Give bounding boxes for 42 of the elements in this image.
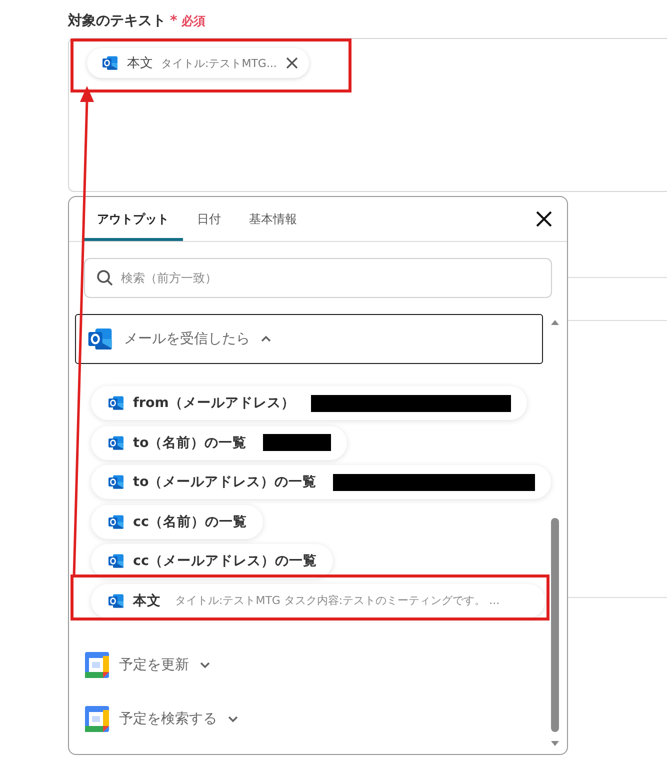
item-value: タイトル:テストMTG タスク内容:テストのミーティングです。 ... xyxy=(175,593,500,608)
mail-app-icon xyxy=(107,512,125,530)
item-name: to（メールアドレス）の一覧 xyxy=(133,473,317,491)
tab[interactable]: 日付 xyxy=(183,197,235,241)
section-header[interactable]: メールを受信したら xyxy=(75,314,543,364)
mail-app-icon xyxy=(107,552,125,570)
item-name: to（名前）の一覧 xyxy=(133,434,247,452)
output-item[interactable]: cc（メールアドレス）の一覧 xyxy=(91,544,334,578)
field-label: 対象のテキスト xyxy=(68,12,166,30)
required-text: 必須 xyxy=(181,12,206,30)
mail-app-icon xyxy=(107,394,125,412)
text-field[interactable]: 本文 タイトル:テストMTG... xyxy=(68,38,667,192)
item-name: from（メールアドレス） xyxy=(133,394,295,412)
item-name: 本文 xyxy=(133,592,161,610)
variable-chip[interactable]: 本文 タイトル:テストMTG... xyxy=(87,48,309,78)
required-mark: * xyxy=(170,13,178,29)
mail-app-icon xyxy=(101,54,119,72)
tab[interactable]: 基本情報 xyxy=(235,197,311,241)
search-icon xyxy=(96,269,114,287)
output-item[interactable]: 本文 タイトル:テストMTG タスク内容:テストのミーティングです。 ... xyxy=(91,584,545,618)
scroll-up-icon[interactable] xyxy=(550,318,560,326)
output-item[interactable]: to（メールアドレス）の一覧 xyxy=(91,465,551,499)
section-title: 予定を検索する xyxy=(119,710,217,728)
close-button[interactable] xyxy=(535,210,553,228)
chip-name: 本文 xyxy=(127,55,153,72)
item-name: cc（名前）の一覧 xyxy=(133,512,248,530)
tab[interactable]: アウトプット xyxy=(83,197,183,241)
output-item[interactable]: cc（名前）の一覧 xyxy=(91,504,264,538)
mail-app-icon xyxy=(107,434,125,452)
calendar-icon xyxy=(85,706,109,732)
remove-icon[interactable] xyxy=(284,56,299,70)
output-item[interactable]: to（名前）の一覧 xyxy=(91,426,347,460)
output-item[interactable]: from（メールアドレス） xyxy=(91,386,527,420)
mail-app-icon xyxy=(107,473,125,491)
calendar-icon xyxy=(85,652,109,678)
section-title: 予定を更新 xyxy=(119,656,189,674)
mail-app-icon xyxy=(107,592,125,610)
chip-value: タイトル:テストMTG... xyxy=(161,56,277,70)
scroll-down-icon[interactable] xyxy=(550,740,560,748)
item-name: cc（メールアドレス）の一覧 xyxy=(133,552,318,570)
search-field[interactable]: 検索（前方一致） xyxy=(84,258,552,298)
section-title: メールを受信したら xyxy=(124,330,250,348)
